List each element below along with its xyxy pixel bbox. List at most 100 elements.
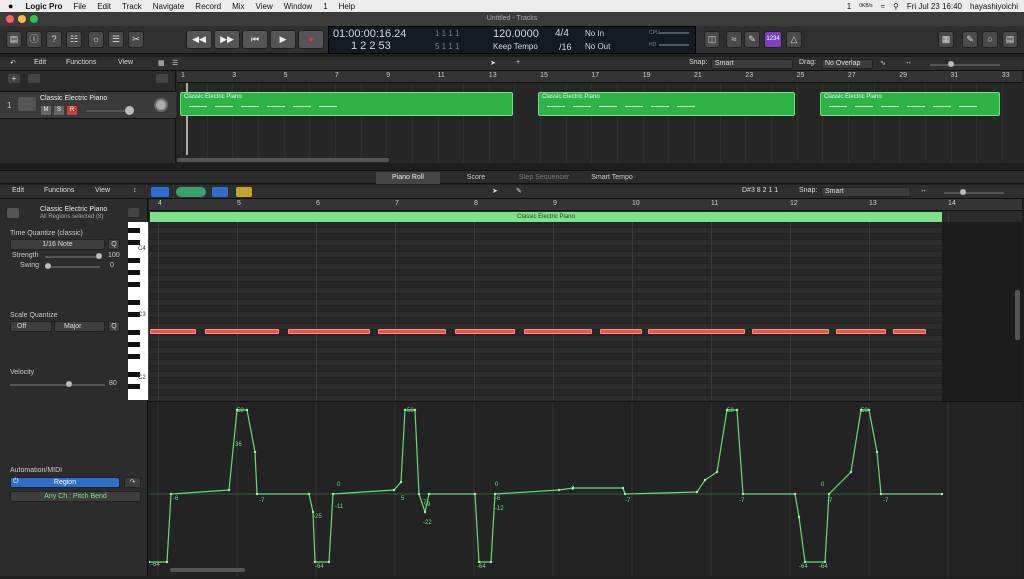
waveform-zoom-icon[interactable]: ∿: [880, 59, 886, 67]
pitch-bend-curve[interactable]: -64 -6 58 36 -7 -25 -64 0 -11 58 -7 5 -9 -22 0 -6 -12 -64…: [147, 402, 1022, 577]
automation-parameter-select[interactable]: Any Ch.: Pitch Bend: [10, 491, 141, 502]
lcd-tempo-mode[interactable]: Keep Tempo: [493, 42, 538, 51]
scale-quantize-button[interactable]: Q: [108, 321, 120, 332]
record-button[interactable]: ●: [298, 30, 324, 49]
automation-node[interactable]: [413, 408, 417, 412]
menu-view[interactable]: View: [256, 2, 273, 11]
tracks-functions-menu[interactable]: Functions: [66, 59, 96, 66]
automation-node[interactable]: [307, 492, 311, 496]
fast-forward-button[interactable]: ▶▶: [214, 30, 240, 49]
time-quantize-select[interactable]: 1/16 Note: [10, 239, 105, 250]
tracks-ruler[interactable]: 1 3 5 7 9 11 13 15 17 19 21 23 25 27 29 31 33: [177, 71, 1022, 83]
wifi-icon[interactable]: ≈: [881, 2, 885, 11]
midi-note[interactable]: [752, 329, 829, 334]
scale-quantize-scale[interactable]: Major: [54, 321, 105, 332]
lcd-input[interactable]: No In: [585, 29, 604, 38]
automation-node[interactable]: [235, 408, 239, 412]
apple-icon[interactable]: ●: [8, 1, 13, 11]
midi-in-icon[interactable]: [176, 187, 206, 197]
region[interactable]: Classic Electric Piano: [180, 92, 513, 116]
username[interactable]: hayashiyoichi: [970, 2, 1018, 11]
black-key[interactable]: [128, 258, 140, 263]
pr-view-menu[interactable]: View: [95, 187, 110, 194]
midi-draw-icon[interactable]: [151, 187, 169, 197]
automation-node[interactable]: [473, 492, 477, 496]
menu-track[interactable]: Track: [122, 2, 142, 11]
automation-node[interactable]: [571, 486, 575, 490]
tab-piano-roll[interactable]: Piano Roll: [376, 172, 440, 184]
back-icon[interactable]: ↶: [10, 59, 16, 67]
velocity-knob[interactable]: [66, 381, 72, 387]
metronome-icon[interactable]: △: [786, 31, 802, 48]
folder-icon[interactable]: [28, 74, 40, 83]
toolbar-icon[interactable]: ☷: [66, 31, 82, 48]
automation-node[interactable]: [313, 560, 317, 564]
solo-button[interactable]: S: [54, 106, 64, 115]
quick-help-icon[interactable]: ?: [46, 31, 62, 48]
track-name[interactable]: Classic Electric Piano: [40, 95, 107, 102]
automation-node[interactable]: [879, 492, 883, 496]
pr-zoom-knob[interactable]: [960, 189, 966, 195]
automation-node[interactable]: [793, 492, 797, 496]
region[interactable]: Classic Electric Piano: [538, 92, 795, 116]
scale-quantize-root[interactable]: Off: [10, 321, 52, 332]
black-key[interactable]: [128, 240, 140, 245]
minimize-icon[interactable]: [18, 15, 26, 23]
swing-knob[interactable]: [45, 263, 51, 269]
automation-node[interactable]: [623, 492, 627, 496]
pr-zoom-slider[interactable]: [944, 192, 1004, 194]
tab-score[interactable]: Score: [444, 172, 508, 184]
automation-node[interactable]: [417, 492, 421, 496]
automation-node[interactable]: [715, 470, 719, 474]
automation-lane[interactable]: -64 -6 58 36 -7 -25 -64 0 -11 58 -7 5 -9 -22 0 -6 -12 -64…: [147, 401, 1022, 577]
tracks-edit-menu[interactable]: Edit: [34, 59, 46, 66]
black-key[interactable]: [128, 270, 140, 275]
midi-note[interactable]: [288, 329, 370, 334]
automation-node[interactable]: [423, 510, 427, 514]
mute-button[interactable]: M: [41, 106, 51, 115]
lcd-output[interactable]: No Out: [585, 42, 610, 51]
swing-slider[interactable]: [45, 266, 100, 268]
black-key[interactable]: [128, 282, 140, 287]
collapse-icon[interactable]: ↕: [133, 187, 137, 194]
record-enable-button[interactable]: R: [67, 106, 77, 115]
grid-icon[interactable]: ▦: [158, 59, 165, 67]
tracks-view-menu[interactable]: View: [118, 59, 133, 66]
automation-node[interactable]: [875, 450, 879, 454]
pr-pencil-tool-icon[interactable]: ✎: [516, 187, 522, 195]
black-key[interactable]: [128, 300, 140, 305]
black-key[interactable]: [128, 228, 140, 233]
pencil-tool-icon[interactable]: +: [516, 59, 520, 66]
menu-record[interactable]: Record: [195, 2, 221, 11]
replace-icon[interactable]: ◫: [704, 31, 720, 48]
automation-node[interactable]: [703, 478, 707, 482]
black-key[interactable]: [128, 342, 140, 347]
strength-knob[interactable]: [96, 253, 102, 259]
midi-note[interactable]: [836, 329, 886, 334]
pr-hscroll[interactable]: [170, 568, 245, 572]
inspector-menu-icon[interactable]: [128, 208, 139, 217]
midi-note[interactable]: [648, 329, 745, 334]
tracks-zoom-slider[interactable]: [930, 64, 1000, 66]
pr-edit-menu[interactable]: Edit: [12, 187, 24, 194]
menu-edit[interactable]: Edit: [97, 2, 111, 11]
automation-node[interactable]: [725, 408, 729, 412]
midi-note[interactable]: [205, 329, 279, 334]
lcd-display[interactable]: 01:00:00:16.24 1 2 2 53 1 1 1 1 5 1 1 1 …: [328, 26, 696, 54]
close-icon[interactable]: [6, 15, 14, 23]
automation-node[interactable]: [427, 492, 431, 496]
automation-node[interactable]: [695, 490, 699, 494]
add-track-button[interactable]: +: [8, 74, 20, 83]
go-to-start-button[interactable]: ⏮: [242, 30, 268, 49]
tab-smart-tempo[interactable]: Smart Tempo: [580, 172, 644, 184]
library-icon[interactable]: ▤: [6, 31, 22, 48]
menu-navigate[interactable]: Navigate: [153, 2, 185, 11]
automation-node[interactable]: [327, 560, 331, 564]
automation-node[interactable]: [227, 488, 231, 492]
pr-functions-menu[interactable]: Functions: [44, 187, 74, 194]
list-icon[interactable]: ☰: [172, 59, 178, 67]
automation-node[interactable]: [735, 408, 739, 412]
pr-snap-select[interactable]: Smart: [821, 187, 911, 197]
tab-step-sequencer[interactable]: Step Sequencer: [512, 172, 576, 184]
tracks-drag-select[interactable]: No Overlap: [821, 59, 873, 69]
